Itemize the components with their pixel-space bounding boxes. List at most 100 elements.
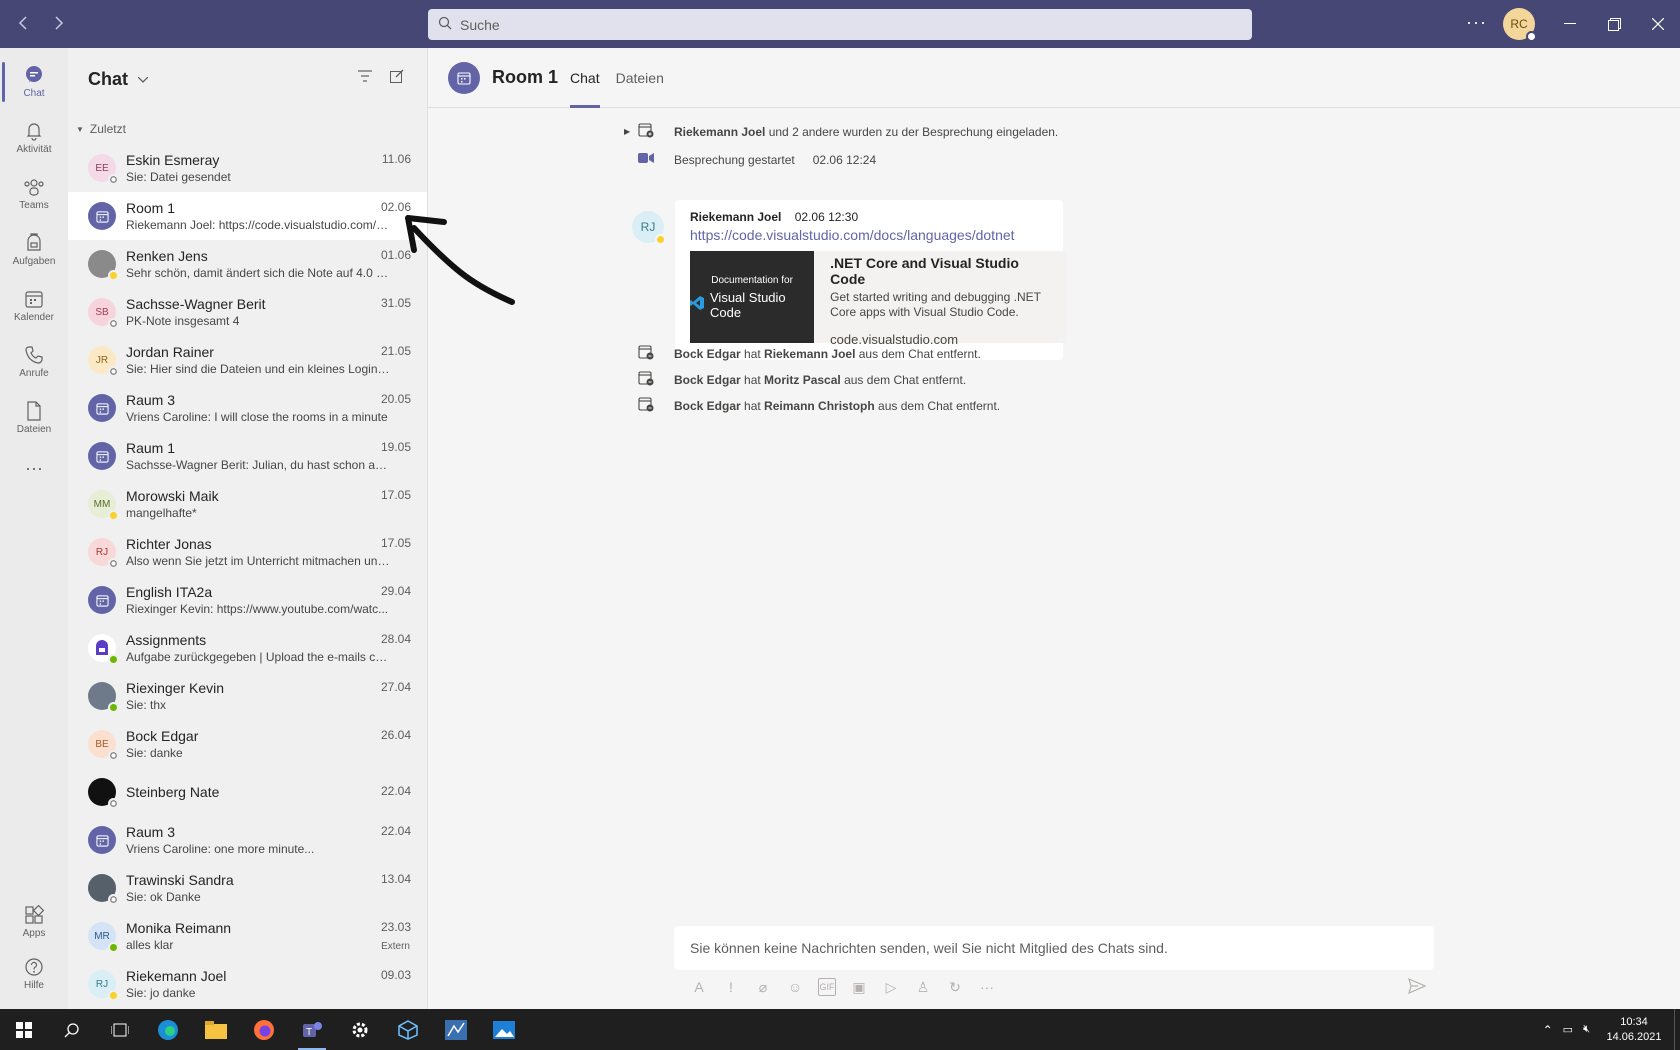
expand-caret-icon[interactable]: ▶ <box>624 127 630 136</box>
filter-icon[interactable] <box>358 69 372 87</box>
system-message-meeting-started: Besprechung gestartet 02.06 12:24 <box>638 151 876 168</box>
message-header: Riekemann Joel 02.06 12:30 <box>690 210 1048 224</box>
close-icon[interactable] <box>1646 12 1670 36</box>
extern-badge: Extern <box>381 941 410 952</box>
chat-item-meta: Raum 3 22.04 Vriens Caroline: one more min… <box>126 824 427 856</box>
volume-muted-icon[interactable]: 🔇︎ <box>1583 1023 1590 1036</box>
loop-icon[interactable]: ↻ <box>946 978 964 996</box>
apps-icon <box>25 905 44 924</box>
rail-calendar[interactable]: Kalender <box>0 280 68 332</box>
rail-activity[interactable]: Aktivität <box>0 112 68 164</box>
chat-list-item[interactable]: JR Jordan Rainer 21.05 Sie: Hier sind die D… <box>68 336 427 384</box>
chat-list-item[interactable]: EE Eskin Esmeray 11.06 Sie: Datei gesendet <box>68 144 427 192</box>
file-explorer-icon[interactable] <box>192 1009 240 1050</box>
chat-list-item[interactable]: RJ Riekemann Joel 09.03 Sie: jo danke <box>68 960 427 1008</box>
calculator-app-icon[interactable] <box>432 1009 480 1050</box>
chat-list-item[interactable]: English ITA2a 29.04 Riexinger Kevin: https… <box>68 576 427 624</box>
restore-icon[interactable] <box>1602 12 1626 36</box>
gif-icon[interactable]: GIF <box>818 978 836 996</box>
chat-list-item[interactable]: Riexinger Kevin 27.04 Sie: thx <box>68 672 427 720</box>
forward-arrow-icon[interactable] <box>48 12 70 34</box>
chat-list-item[interactable]: Renken Jens 01.06 Sehr schön, damit ändert… <box>68 240 427 288</box>
tab-chat[interactable]: Chat <box>570 48 600 108</box>
chat-list-item[interactable]: MR Monika Reimann 23.03 alles klar Extern <box>68 912 427 960</box>
format-icon[interactable]: A <box>690 978 708 996</box>
chat-list-item[interactable]: Raum 3 22.04 Vriens Caroline: one more min… <box>68 816 427 864</box>
rail-apps[interactable]: Apps <box>0 896 68 948</box>
chat-list-item[interactable]: Steinberg Nate 22.04 <box>68 768 427 816</box>
chat-item-time: 23.03 <box>380 920 411 934</box>
meet-now-icon[interactable]: ▷ <box>882 978 900 996</box>
chat-list-item[interactable]: MM Morowski Maik 17.05 mangelhafte* <box>68 480 427 528</box>
teams-taskbar-icon[interactable]: T <box>288 1009 336 1050</box>
chevron-up-icon[interactable]: ⌃ <box>1543 1023 1553 1037</box>
sticker-icon[interactable]: ▣ <box>850 978 868 996</box>
chat-list-item[interactable]: SB Sachsse-Wagner Berit 31.05 PK-Note insge… <box>68 288 427 336</box>
important-icon[interactable]: ! <box>722 978 740 996</box>
more-options-icon[interactable]: ··· <box>1466 12 1487 33</box>
section-recent[interactable]: ▼ Zuletzt <box>68 114 427 144</box>
rail-more-icon[interactable]: ··· <box>0 442 68 494</box>
emoji-icon[interactable]: ☺ <box>786 978 804 996</box>
avatar-initials: RJ <box>95 546 109 558</box>
chat-list-item[interactable]: Raum 1 19.05 Sachsse-Wagner Berit: Julian,… <box>68 432 427 480</box>
photo-avatar <box>88 874 119 905</box>
chat-list-item[interactable]: BE Bock Edgar 26.04 Sie: danke <box>68 720 427 768</box>
photos-icon[interactable] <box>480 1009 528 1050</box>
network-icon[interactable]: ▭ <box>1563 1023 1573 1036</box>
praise-icon[interactable]: ♙ <box>914 978 932 996</box>
chat-item-name: Richter Jonas <box>126 536 212 552</box>
status-dot <box>108 174 119 185</box>
firefox-icon[interactable] <box>240 1009 288 1050</box>
start-icon[interactable] <box>0 1009 48 1050</box>
3d-viewer-icon[interactable] <box>384 1009 432 1050</box>
user-avatar[interactable]: RC <box>1503 8 1537 42</box>
rail-help[interactable]: Hilfe <box>0 948 68 1000</box>
chat-item-name: Raum 3 <box>126 392 176 408</box>
chat-list-item[interactable]: Assignments 28.04 Aufgabe zurückgegeben | … <box>68 624 427 672</box>
photo-avatar <box>88 250 119 281</box>
chat-list-item[interactable]: RJ Richter Jonas 17.05 Also wenn Sie jetzt … <box>68 528 427 576</box>
search-input[interactable] <box>460 16 1220 33</box>
new-chat-icon[interactable] <box>390 69 404 88</box>
clock-time: 10:34 <box>1620 1015 1648 1028</box>
chat-list-item[interactable]: Trawinski Sandra 13.04 Sie: ok Danke <box>68 864 427 912</box>
initials-avatar: SB <box>88 298 119 329</box>
attach-icon[interactable]: ⌀ <box>754 978 772 996</box>
minimize-icon[interactable] <box>1558 12 1582 36</box>
rail-teams[interactable]: Teams <box>0 168 68 220</box>
search-icon[interactable] <box>48 1009 96 1050</box>
clock[interactable]: 10:34 14.06.2021 <box>1594 1015 1674 1045</box>
back-arrow-icon[interactable] <box>12 12 34 34</box>
edge-icon[interactable] <box>144 1009 192 1050</box>
search-icon <box>438 16 460 33</box>
chat-list-item[interactable]: Room 1 02.06 Riekemann Joel: https://code.… <box>68 192 427 240</box>
chat-item-preview: mangelhafte* <box>126 506 197 520</box>
link-preview-card[interactable]: Documentation for Visual Studio Code .NE… <box>690 251 1067 347</box>
avatar-initials: RJ <box>640 220 656 234</box>
link-preview-text: .NET Core and Visual Studio Code Get sta… <box>814 251 1067 347</box>
more-options-icon[interactable]: ··· <box>978 978 996 996</box>
search-bar[interactable] <box>428 9 1252 40</box>
calendar-icon <box>25 291 43 308</box>
compose-disabled-text: Sie können keine Nachrichten senden, wei… <box>690 940 1168 956</box>
status-dot <box>108 318 119 329</box>
send-icon[interactable] <box>1408 977 1427 999</box>
chevron-down-icon[interactable] <box>137 72 149 86</box>
rail-chat[interactable]: Chat <box>0 56 68 108</box>
chat-list-item[interactable]: Raum 3 20.05 Vriens Caroline: I will close… <box>68 384 427 432</box>
chat-list-title[interactable]: Chat <box>88 69 128 90</box>
show-desktop[interactable] <box>1674 1009 1680 1050</box>
rail-assignments[interactable]: Aufgaben <box>0 224 68 276</box>
settings-gear-icon[interactable] <box>336 1009 384 1050</box>
chat-item-name: Jordan Rainer <box>126 344 214 360</box>
message-author-avatar[interactable]: RJ <box>632 211 666 245</box>
member-removed-icon <box>638 344 656 363</box>
task-view-icon[interactable] <box>96 1009 144 1050</box>
rail-calls[interactable]: Anrufe <box>0 336 68 388</box>
tab-files[interactable]: Dateien <box>616 48 664 108</box>
rail-files[interactable]: Dateien <box>0 392 68 444</box>
removed-target: Riekemann Joel <box>764 346 856 361</box>
message-link[interactable]: https://code.visualstudio.com/docs/langu… <box>690 227 1048 243</box>
chat-item-preview: Vriens Caroline: one more minute... <box>126 842 315 856</box>
